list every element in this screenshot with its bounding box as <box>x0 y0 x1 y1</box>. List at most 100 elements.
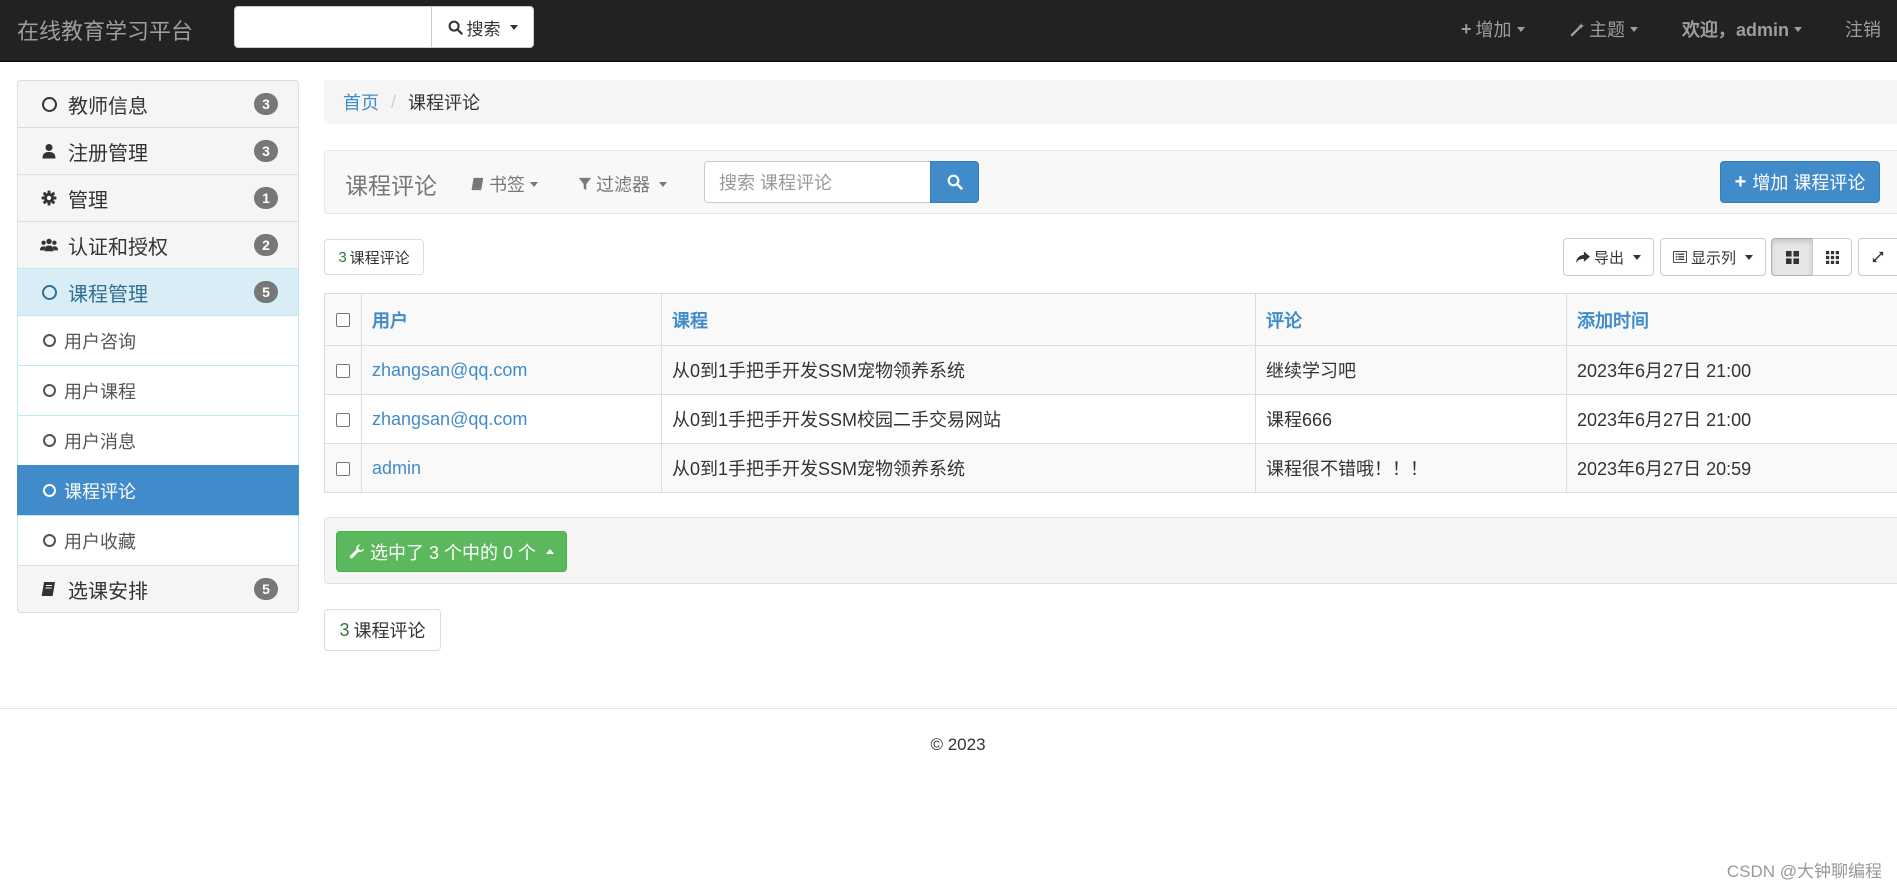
sidebar-subitem-label: 课程评论 <box>64 481 136 502</box>
column-header-comment[interactable]: 评论 <box>1255 293 1567 346</box>
time-cell: 2023年6月27日 20:59 <box>1566 443 1897 493</box>
chevron-down-icon <box>509 24 518 30</box>
bookmarks-menu[interactable]: 书签 <box>471 171 538 197</box>
course-cell: 从0到1手把手开发SSM宠物领养系统 <box>661 345 1256 395</box>
columns-button[interactable]: 显示列 <box>1660 238 1766 276</box>
circle-o-icon <box>40 482 58 500</box>
circle-o-icon <box>40 382 58 400</box>
list-alt-icon <box>1673 251 1687 263</box>
course-cell: 从0到1手把手开发SSM校园二手交易网站 <box>661 394 1256 444</box>
breadcrumb-separator: / <box>391 91 397 112</box>
row-checkbox[interactable] <box>336 412 350 427</box>
th-icon <box>1825 250 1839 264</box>
column-header-course[interactable]: 课程 <box>661 293 1256 346</box>
row-checkbox[interactable] <box>336 461 350 476</box>
comment-cell: 课程很不错哦！！！ <box>1255 443 1567 493</box>
sidebar-item-teacher-info[interactable]: 教师信息 3 <box>17 80 299 128</box>
search-icon <box>448 20 463 35</box>
user-icon <box>40 142 58 160</box>
sidebar-item-label: 课程管理 <box>68 283 148 306</box>
sidebar-item-label: 管理 <box>68 189 108 212</box>
nav-theme-label: 主题 <box>1589 20 1625 40</box>
sidebar-subitem-label: 用户课程 <box>64 381 136 402</box>
nav-theme-menu[interactable]: 主题 <box>1570 0 1638 58</box>
column-header-user[interactable]: 用户 <box>361 293 662 346</box>
sidebar-subitem-user-favorite[interactable]: 用户收藏 <box>17 515 299 566</box>
result-count-bottom: 3 课程评论 <box>324 609 441 651</box>
select-all-checkbox[interactable] <box>336 313 350 328</box>
th-large-icon <box>1785 250 1799 264</box>
add-comment-button[interactable]: + 增加 课程评论 <box>1720 161 1880 203</box>
sidebar-subitem-label: 用户消息 <box>64 431 136 452</box>
table-row: zhangsan@qq.com 从0到1手把手开发SSM校园二手交易网站 课程6… <box>324 394 1897 444</box>
global-search-label: 搜索 <box>466 19 501 39</box>
sidebar-subitem-user-course[interactable]: 用户课程 <box>17 365 299 416</box>
select-all-cell <box>324 293 362 346</box>
csdn-watermark: CSDN @大钟聊编程 <box>1726 862 1882 881</box>
sidebar-item-auth[interactable]: 认证和授权 2 <box>17 221 299 269</box>
chevron-down-icon <box>1794 26 1803 32</box>
sidebar-subitem-course-comment[interactable]: 课程评论 <box>17 465 299 516</box>
count-badge: 5 <box>254 578 278 600</box>
sidebar-item-registration[interactable]: 注册管理 3 <box>17 127 299 175</box>
count-badge: 3 <box>254 93 278 115</box>
expand-icon <box>1872 251 1884 263</box>
comment-cell: 继续学习吧 <box>1255 345 1567 395</box>
sidebar: 教师信息 3 注册管理 3 管理 1 认证和授权 2 课程管理 5 用户咨询 用… <box>17 80 299 613</box>
export-button[interactable]: 导出 <box>1563 238 1654 276</box>
result-count-number: 3 <box>338 248 347 266</box>
circle-o-icon <box>40 332 58 350</box>
chevron-down-icon <box>530 181 538 187</box>
row-select-cell <box>324 345 362 395</box>
bulk-action-button[interactable]: 选中了 3 个中的 0 个 <box>336 531 567 572</box>
result-count-label: 课程评论 <box>349 249 410 267</box>
circle-o-icon <box>40 95 58 113</box>
nav-logout-link[interactable]: 注销 <box>1845 0 1881 58</box>
global-search-button[interactable]: 搜索 <box>431 6 534 48</box>
list-search-placeholder: 搜索 课程评论 <box>719 173 833 193</box>
sidebar-item-course-schedule[interactable]: 选课安排 5 <box>17 565 299 613</box>
table-header-row: 用户 课程 评论 添加时间 <box>324 293 1897 346</box>
row-select-cell <box>324 443 362 493</box>
filter-label: 过滤器 <box>596 175 650 195</box>
bulk-action-bar: 选中了 3 个中的 0 个 <box>324 517 1897 584</box>
filter-menu[interactable]: 过滤器 <box>578 171 667 197</box>
breadcrumb-home-link[interactable]: 首页 <box>343 89 379 115</box>
list-search-button[interactable] <box>930 161 979 203</box>
fullscreen-button[interactable] <box>1858 238 1897 276</box>
global-search-input[interactable] <box>234 6 432 48</box>
breadcrumb: 首页 / 课程评论 <box>324 80 1897 124</box>
view-small-grid-button[interactable] <box>1812 238 1852 276</box>
sidebar-item-label: 教师信息 <box>68 95 148 118</box>
comments-table: 用户 课程 评论 添加时间 zhangsan@qq.com 从0到1手把手开发S… <box>324 293 1897 493</box>
brand-title[interactable]: 在线教育学习平台 <box>17 14 193 46</box>
book-icon <box>471 177 484 191</box>
export-label: 导出 <box>1593 249 1624 267</box>
table-row: admin 从0到1手把手开发SSM宠物领养系统 课程很不错哦！！！ 2023年… <box>324 443 1897 493</box>
result-count-number: 3 <box>339 619 350 640</box>
magic-wand-icon <box>1570 22 1585 36</box>
sidebar-subitem-user-message[interactable]: 用户消息 <box>17 415 299 466</box>
sidebar-item-course-management[interactable]: 课程管理 5 <box>17 268 299 316</box>
nav-add-menu[interactable]: + 增加 <box>1461 0 1525 58</box>
nav-user-menu[interactable]: 欢迎，admin <box>1682 0 1803 58</box>
users-icon <box>40 236 58 254</box>
time-cell: 2023年6月27日 21:00 <box>1566 345 1897 395</box>
user-link[interactable]: zhangsan@qq.com <box>372 409 527 429</box>
columns-label: 显示列 <box>1690 249 1736 267</box>
bulk-action-label: 选中了 3 个中的 0 个 <box>369 542 537 563</box>
course-cell: 从0到1手把手开发SSM宠物领养系统 <box>661 443 1256 493</box>
chevron-down-icon <box>1745 254 1753 260</box>
comment-cell: 课程666 <box>1255 394 1567 444</box>
chevron-down-icon <box>659 181 667 187</box>
sidebar-item-admin[interactable]: 管理 1 <box>17 174 299 222</box>
user-cell: zhangsan@qq.com <box>361 345 662 395</box>
sidebar-subitem-user-inquiry[interactable]: 用户咨询 <box>17 315 299 366</box>
gear-icon <box>40 189 58 207</box>
user-link[interactable]: admin <box>372 458 421 478</box>
row-checkbox[interactable] <box>336 363 350 378</box>
column-header-time[interactable]: 添加时间 <box>1566 293 1897 346</box>
view-large-grid-button[interactable] <box>1771 238 1813 276</box>
user-link[interactable]: zhangsan@qq.com <box>372 360 527 380</box>
list-search-input[interactable]: 搜索 课程评论 <box>704 161 931 203</box>
